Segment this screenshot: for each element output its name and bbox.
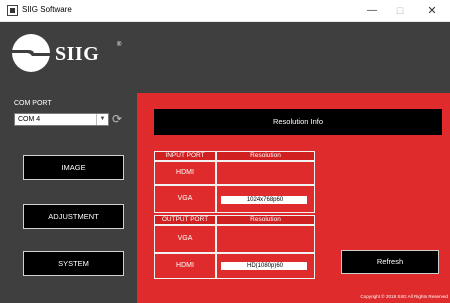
input-vga-port: VGA: [154, 185, 216, 213]
window-title: SIIG Software: [22, 5, 72, 14]
input-vga-resolution: 1024x768p60: [216, 185, 315, 213]
system-button[interactable]: SYSTEM: [23, 251, 124, 276]
com-port-select[interactable]: COM 4 ▼: [14, 113, 109, 126]
refresh-icon[interactable]: ⟳: [112, 112, 126, 126]
input-hdmi-port: HDMI: [154, 161, 216, 185]
input-vga-value: 1024x768p60: [221, 196, 307, 204]
adjustment-button[interactable]: ADJUSTMENT: [23, 204, 124, 229]
resolution-panel: Resolution Info INPUT PORT Resolution HD…: [137, 93, 450, 303]
copyright-text: Copyright © 2018 SIIG All Rights Reserve…: [360, 294, 448, 299]
header-band: [137, 22, 450, 93]
com-port-value: COM 4: [18, 116, 41, 123]
output-resolution-header: Resolution: [216, 215, 315, 225]
output-vga-resolution: [216, 225, 315, 253]
output-hdmi-port: HDMI: [154, 253, 216, 279]
com-port-label: COM PORT: [14, 100, 52, 107]
minimize-button[interactable]: —: [358, 2, 386, 20]
output-hdmi-resolution: HD(1080p)60: [216, 253, 315, 279]
chevron-down-icon[interactable]: ▼: [96, 114, 108, 125]
title-bar: SIIG Software — ☐ ✕: [0, 0, 450, 22]
output-port-header: OUTPUT PORT: [154, 215, 216, 225]
output-vga-port: VGA: [154, 225, 216, 253]
resolution-info-bar: Resolution Info: [154, 109, 442, 135]
input-port-header: INPUT PORT: [154, 151, 216, 161]
output-hdmi-value: HD(1080p)60: [221, 262, 307, 270]
brand-name: SIIG: [55, 43, 100, 65]
input-resolution-header: Resolution: [216, 151, 315, 161]
left-panel: SIIG ® COM PORT COM 4 ▼ ⟳ IMAGE ADJUSTME…: [0, 22, 137, 303]
refresh-button[interactable]: Refresh: [341, 250, 439, 274]
input-hdmi-resolution: [216, 161, 315, 185]
registered-mark: ®: [117, 42, 122, 48]
image-button[interactable]: IMAGE: [23, 155, 124, 180]
siig-logo: SIIG ®: [11, 33, 121, 75]
maximize-button[interactable]: ☐: [386, 2, 414, 20]
app-icon: [7, 5, 18, 16]
close-button[interactable]: ✕: [418, 2, 446, 20]
siig-logo-icon: [12, 34, 50, 72]
